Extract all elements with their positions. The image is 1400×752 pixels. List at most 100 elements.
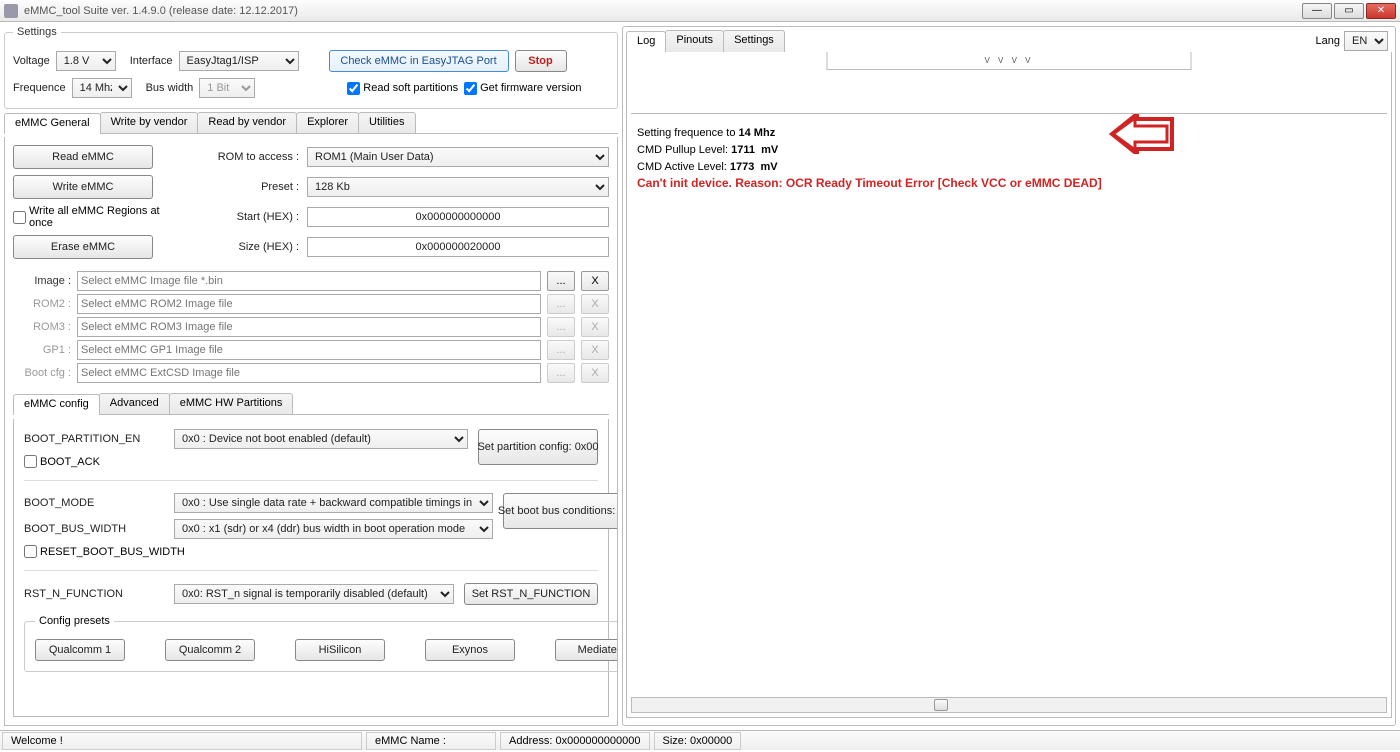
lang-label: Lang [1316, 35, 1340, 47]
reset-boot-bus-width-checkbox[interactable]: RESET_BOOT_BUS_WIDTH [24, 545, 493, 558]
subtab-hw-partitions[interactable]: eMMC HW Partitions [169, 393, 294, 414]
right-tabs: Log Pinouts Settings Lang EN [626, 30, 1392, 52]
gp1-input [77, 340, 541, 360]
rom2-browse-button: ... [547, 294, 575, 314]
boot-ack-checkbox[interactable]: BOOT_ACK [24, 455, 468, 468]
erase-emmc-button[interactable]: Erase eMMC [13, 235, 153, 259]
rom3-label: ROM3 : [13, 321, 71, 333]
write-all-regions-checkbox[interactable]: Write all eMMC Regions at once [13, 205, 173, 229]
tab-log[interactable]: Log [626, 31, 666, 53]
subtab-body: BOOT_PARTITION_EN 0x0 : Device not boot … [13, 419, 609, 717]
rom3-browse-button: ... [547, 317, 575, 337]
scrollbar-thumb[interactable] [934, 699, 948, 711]
interface-label: Interface [130, 55, 173, 67]
image-browse-button[interactable]: ... [547, 271, 575, 291]
boot-mode-label: BOOT_MODE [24, 497, 164, 509]
gp1-browse-button: ... [547, 340, 575, 360]
tab-settings-right[interactable]: Settings [723, 30, 785, 52]
tab-body: Read eMMC Write eMMC Write all eMMC Regi… [4, 137, 618, 726]
status-address: Address: 0x000000000000 [500, 732, 650, 750]
size-label: Size (HEX) : [189, 241, 299, 253]
settings-legend: Settings [13, 26, 61, 38]
tab-emmc-general[interactable]: eMMC General [4, 113, 101, 134]
rst-n-function-label: RST_N_FUNCTION [24, 588, 164, 600]
read-emmc-button[interactable]: Read eMMC [13, 145, 153, 169]
settings-group: Settings Voltage 1.8 V Interface EasyJta… [4, 26, 618, 109]
maximize-button[interactable]: ▭ [1334, 3, 1364, 19]
check-emmc-button[interactable]: Check eMMC in EasyJTAG Port [329, 50, 509, 72]
preset-mediatek-button[interactable]: Mediatek [555, 639, 618, 661]
annotation-arrow-icon [1107, 114, 1177, 154]
status-size: Size: 0x00000 [654, 732, 742, 750]
log-collapsed-strip[interactable]: V V V V [827, 52, 1192, 70]
start-label: Start (HEX) : [189, 211, 299, 223]
voltage-select[interactable]: 1.8 V [56, 51, 116, 71]
set-boot-bus-conditions-button[interactable]: Set boot bus conditions: 0x00 [503, 493, 618, 529]
image-input[interactable] [77, 271, 541, 291]
config-presets-legend: Config presets [35, 615, 114, 627]
write-emmc-button[interactable]: Write eMMC [13, 175, 153, 199]
preset-qualcomm2-button[interactable]: Qualcomm 2 [165, 639, 255, 661]
boot-mode-select[interactable]: 0x0 : Use single data rate + backward co… [174, 493, 493, 513]
window-title: eMMC_tool Suite ver. 1.4.9.0 (release da… [24, 5, 1302, 17]
frequence-select[interactable]: 14 Mhz [72, 78, 132, 98]
get-firmware-version-checkbox[interactable]: Get firmware version [464, 82, 581, 95]
preset-exynos-button[interactable]: Exynos [425, 639, 515, 661]
app-icon [4, 4, 18, 18]
rom-label: ROM to access : [189, 151, 299, 163]
preset-hisilicon-button[interactable]: HiSilicon [295, 639, 385, 661]
boot-partition-en-select[interactable]: 0x0 : Device not boot enabled (default) [174, 429, 468, 449]
set-partition-config-button[interactable]: Set partition config: 0x00 [478, 429, 598, 465]
config-presets: Config presets Qualcomm 1 Qualcomm 2 HiS… [24, 615, 618, 672]
gp1-label: GP1 : [13, 344, 71, 356]
rst-n-function-select[interactable]: 0x0: RST_n signal is temporarily disable… [174, 584, 454, 604]
bootcfg-input [77, 363, 541, 383]
start-input[interactable] [307, 207, 609, 227]
buswidth-select: 1 Bit [199, 78, 255, 98]
minimize-button[interactable]: — [1302, 3, 1332, 19]
frequence-label: Frequence [13, 82, 66, 94]
sub-tabs: eMMC config Advanced eMMC HW Partitions [13, 393, 609, 415]
tab-write-by-vendor[interactable]: Write by vendor [100, 112, 199, 133]
interface-select[interactable]: EasyJtag1/ISP [179, 51, 299, 71]
preset-label: Preset : [189, 181, 299, 193]
read-soft-partitions-checkbox[interactable]: Read soft partitions [347, 82, 458, 95]
preset-select[interactable]: 128 Kb [307, 177, 609, 197]
log-horizontal-scrollbar[interactable] [631, 697, 1387, 713]
size-input[interactable] [307, 237, 609, 257]
image-clear-button[interactable]: X [581, 271, 609, 291]
boot-bus-width-select[interactable]: 0x0 : x1 (sdr) or x4 (ddr) bus width in … [174, 519, 493, 539]
bootcfg-clear-button: X [581, 363, 609, 383]
preset-qualcomm1-button[interactable]: Qualcomm 1 [35, 639, 125, 661]
rom-select[interactable]: ROM1 (Main User Data) [307, 147, 609, 167]
main-tabs: eMMC General Write by vendor Read by ven… [4, 112, 618, 134]
image-label: Image : [13, 275, 71, 287]
rom3-clear-button: X [581, 317, 609, 337]
set-rst-n-function-button[interactable]: Set RST_N_FUNCTION [464, 583, 598, 605]
voltage-label: Voltage [13, 55, 50, 67]
subtab-advanced[interactable]: Advanced [99, 393, 170, 414]
tab-read-by-vendor[interactable]: Read by vendor [197, 112, 297, 133]
status-bar: Welcome ! eMMC Name : Address: 0x0000000… [0, 730, 1400, 750]
stop-button[interactable]: Stop [515, 50, 567, 72]
tab-pinouts[interactable]: Pinouts [665, 30, 724, 52]
bootcfg-label: Boot cfg : [13, 367, 71, 379]
image-rows: Image : ... X ROM2 : ... X ROM3 : ... X … [13, 271, 609, 383]
buswidth-label: Bus width [146, 82, 194, 94]
rom2-label: ROM2 : [13, 298, 71, 310]
log-error-line: Can't init device. Reason: OCR Ready Tim… [637, 175, 1381, 191]
tab-explorer[interactable]: Explorer [296, 112, 359, 133]
status-emmc-name: eMMC Name : [366, 732, 496, 750]
boot-partition-en-label: BOOT_PARTITION_EN [24, 433, 164, 445]
log-lines: Setting frequence to 14 Mhz CMD Pullup L… [637, 124, 1381, 191]
tab-utilities[interactable]: Utilities [358, 112, 415, 133]
rom2-clear-button: X [581, 294, 609, 314]
subtab-emmc-config[interactable]: eMMC config [13, 394, 100, 415]
gp1-clear-button: X [581, 340, 609, 360]
bootcfg-browse-button: ... [547, 363, 575, 383]
status-welcome: Welcome ! [2, 732, 362, 750]
rom3-input [77, 317, 541, 337]
titlebar: eMMC_tool Suite ver. 1.4.9.0 (release da… [0, 0, 1400, 22]
close-button[interactable]: ✕ [1366, 3, 1396, 19]
lang-select[interactable]: EN [1344, 31, 1388, 51]
